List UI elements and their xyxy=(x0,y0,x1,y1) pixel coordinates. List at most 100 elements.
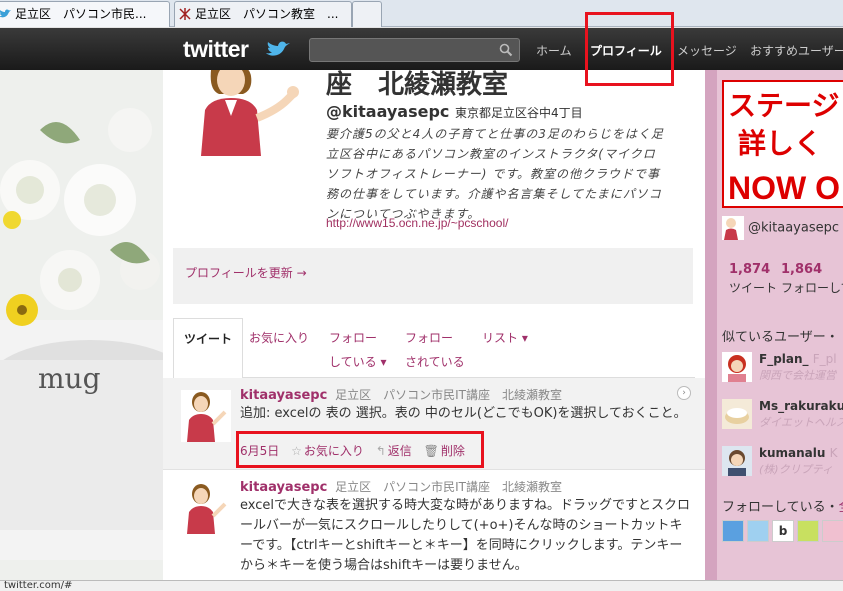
tweet-date[interactable]: 6月5日 xyxy=(240,444,279,458)
ad-line-2: 詳しく xyxy=(738,127,823,160)
browser-tab-title: 足立区 パソコン市民... xyxy=(15,7,147,21)
profile-screen-name: @kitaayasepc xyxy=(326,102,450,121)
similar-user-name: F_plan_ F_pl xyxy=(759,352,837,366)
following-avatar[interactable] xyxy=(822,520,843,542)
stat-following-label: フォローして xyxy=(781,281,843,295)
reply-action[interactable]: ↰ 返信 xyxy=(376,444,412,458)
tweet-username[interactable]: kitaayasepc xyxy=(240,480,327,495)
following-avatar[interactable] xyxy=(797,520,819,542)
browser-tab-1[interactable]: 足立区 パソコン市民... xyxy=(0,1,170,27)
similar-user-name: Ms_rakuraku xyxy=(759,399,843,413)
new-tab-button[interactable] xyxy=(352,1,382,27)
ad-line-1: ステージ xyxy=(728,89,840,122)
ad-line-3: NOW O xyxy=(728,170,840,206)
profile-tabs: ツイート お気に入り フォロー している ▾ フォロー されている リスト ▾ xyxy=(173,318,695,379)
tweet-username[interactable]: kitaayasepc xyxy=(240,388,327,403)
tweet-source: 足立区 パソコン市民IT講座 北綾瀬教室 xyxy=(335,388,562,402)
tweet-actions: 6月5日 ☆ お気に入り ↰ 返信 🗑 削除 xyxy=(240,442,473,459)
tab-followers-line1: フォロー xyxy=(405,331,454,345)
browser-tab-strip: 足立区 パソコン市民... 足立区 パソコン教室 ... xyxy=(0,0,843,27)
tab-tweets[interactable]: ツイート xyxy=(173,318,244,379)
tab-followers-line2: されている xyxy=(405,355,465,369)
sidebar-avatar xyxy=(722,216,744,240)
search-icon[interactable] xyxy=(499,43,513,57)
twitter-logo[interactable]: twitter xyxy=(183,36,249,63)
stat-following-count: 1,864 xyxy=(781,262,823,277)
sidebar-panel: ステージ 詳しく NOW O @kitaayasepc 1,874 ツイート 1… xyxy=(717,70,843,580)
stat-following[interactable]: 1,864 フォローして xyxy=(781,262,843,296)
similar-user-item[interactable]: F_plan_ F_pl 関西で会社運営 xyxy=(722,352,843,386)
stat-tweets-label: ツイート xyxy=(729,281,778,295)
reply-icon: ↰ xyxy=(375,444,386,458)
tweet-item[interactable]: kitaayasepc 足立区 パソコン市民IT講座 北綾瀬教室 › 追加: e… xyxy=(163,378,705,470)
profile-url[interactable]: http://www15.ocn.ne.jp/~pcschool/ xyxy=(326,216,508,230)
edit-profile-link[interactable]: プロフィールを更新 → xyxy=(185,264,307,281)
twitter-bird-icon xyxy=(0,9,11,18)
nav-profile[interactable]: プロフィール xyxy=(590,42,662,59)
similar-user-avatar xyxy=(722,446,752,476)
tab-following[interactable]: フォロー している ▾ xyxy=(329,326,386,374)
tweet-header: kitaayasepc 足立区 パソコン市民IT講座 北綾瀬教室 xyxy=(240,386,562,403)
star-icon: ☆ xyxy=(291,444,302,458)
twitter-bird-icon xyxy=(266,41,290,56)
flower-mug-image: mug xyxy=(0,70,163,580)
trash-icon: 🗑 xyxy=(423,444,439,458)
similar-user-name: kumanalu K xyxy=(759,446,838,460)
tweet-source: 足立区 パソコン市民IT講座 北綾瀬教室 xyxy=(335,480,562,494)
nav-messages[interactable]: メッセージ xyxy=(677,42,737,59)
background-photo: mug xyxy=(0,70,163,580)
similar-user-avatar xyxy=(722,399,752,429)
favorite-action[interactable]: ☆ お気に入り xyxy=(291,444,364,458)
tab-following-line2: している ▾ xyxy=(329,355,387,369)
tweet-avatar[interactable] xyxy=(181,390,231,442)
nav-who-to-follow[interactable]: おすすめユーザー xyxy=(750,42,843,59)
following-avatar[interactable] xyxy=(722,520,744,542)
sidebar-me[interactable]: @kitaayasepc xyxy=(722,216,839,240)
profile-main: 座 北綾瀬教室 @kitaayasepc 東京都足立区谷中4丁目 要介護5の父と… xyxy=(163,70,705,580)
delete-label: 削除 xyxy=(440,444,465,458)
reply-label: 返信 xyxy=(387,444,412,458)
tab-followers[interactable]: フォロー されている xyxy=(405,326,465,374)
tab-lists[interactable]: リスト ▾ xyxy=(482,326,528,350)
nav-home[interactable]: ホーム xyxy=(536,42,572,59)
ad-banner[interactable]: ステージ 詳しく NOW O xyxy=(722,80,843,208)
profile-handle: @kitaayasepc 東京都足立区谷中4丁目 xyxy=(326,102,583,121)
tweet-text: excelで大きな表を選択する時大変な時がありますね。ドラッグですとスクロールバ… xyxy=(240,498,690,573)
tab-following-line1: フォロー xyxy=(329,331,378,345)
svg-text:mug: mug xyxy=(38,362,101,395)
search-input[interactable] xyxy=(309,38,520,62)
stat-tweets[interactable]: 1,874 ツイート xyxy=(729,262,777,296)
expand-tweet-icon[interactable]: › xyxy=(677,386,691,400)
tweet-item[interactable]: kitaayasepc 足立区 パソコン市民IT講座 北綾瀬教室 excelで大… xyxy=(163,470,705,580)
tweet-text: 追加: excelの 表の 選択。表の 中のセル(どこでもOK)を選択しておくこ… xyxy=(240,406,687,421)
profile-avatar[interactable] xyxy=(181,70,311,156)
profile-name: 座 北綾瀬教室 xyxy=(326,70,509,100)
profile-edit-box: プロフィールを更新 → xyxy=(173,248,693,304)
similar-users-heading: 似ているユーザー・ xyxy=(722,330,839,345)
profile-location: 東京都足立区谷中4丁目 xyxy=(455,106,583,120)
following-avatar[interactable]: b xyxy=(772,520,794,542)
right-sidebar: ステージ 詳しく NOW O @kitaayasepc 1,874 ツイート 1… xyxy=(705,70,843,580)
favorite-label: お気に入り xyxy=(303,444,364,458)
similar-user-desc: ダイエットヘルス xyxy=(759,416,843,429)
twitter-topbar: twitter ホーム プロフィール メッセージ おすすめユーザー xyxy=(0,28,843,70)
similar-user-desc: 関西で会社運営 xyxy=(759,369,836,382)
browser-tab-title: 足立区 パソコン教室 ... xyxy=(195,7,339,21)
similar-user-desc: (株)クリプティ xyxy=(759,463,833,476)
similar-user-item[interactable]: kumanalu K (株)クリプティ xyxy=(722,446,843,480)
browser-tab-2[interactable]: 足立区 パソコン教室 ... xyxy=(174,1,352,27)
following-all-link[interactable]: 全 xyxy=(839,500,843,515)
following-avatar[interactable] xyxy=(747,520,769,542)
stat-tweets-count: 1,874 xyxy=(729,262,771,277)
similar-user-item[interactable]: Ms_rakuraku ダイエットヘルス xyxy=(722,399,843,433)
following-heading: フォローしている・全 xyxy=(722,496,843,515)
profile-bio: 要介護5の父と4人の子育てと仕事の3足のわらじをはく足立区谷中にあるパソコン教室… xyxy=(326,127,664,221)
similar-user-avatar xyxy=(722,352,752,382)
tab-favorites[interactable]: お気に入り xyxy=(249,326,309,350)
browser-status-bar: twitter.com/# xyxy=(0,580,843,591)
tweet-header: kitaayasepc 足立区 パソコン市民IT講座 北綾瀬教室 xyxy=(240,478,562,495)
site-favicon-icon xyxy=(179,8,191,20)
delete-action[interactable]: 🗑 削除 xyxy=(424,444,465,458)
tweet-avatar[interactable] xyxy=(181,482,231,534)
sidebar-handle: @kitaayasepc xyxy=(748,220,839,236)
